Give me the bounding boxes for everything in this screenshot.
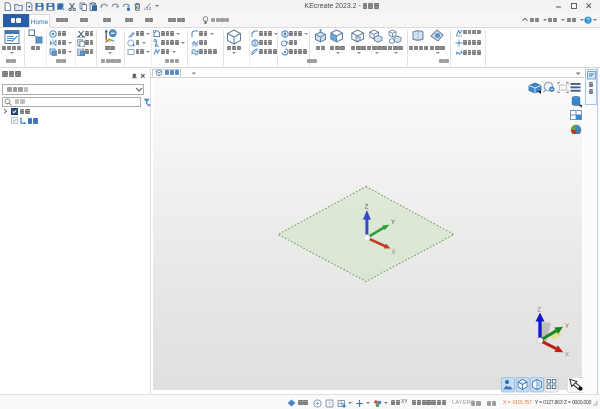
svg-text:Y: Y [565, 324, 569, 330]
svg-text:X: X [392, 249, 396, 255]
svg-text:?: ? [586, 17, 590, 24]
svg-text:Z: Z [365, 204, 369, 210]
svg-text:?: ? [328, 401, 331, 407]
svg-text:X: X [565, 352, 569, 358]
svg-text:Z: Z [537, 307, 541, 313]
svg-text:Y: Y [391, 220, 395, 226]
